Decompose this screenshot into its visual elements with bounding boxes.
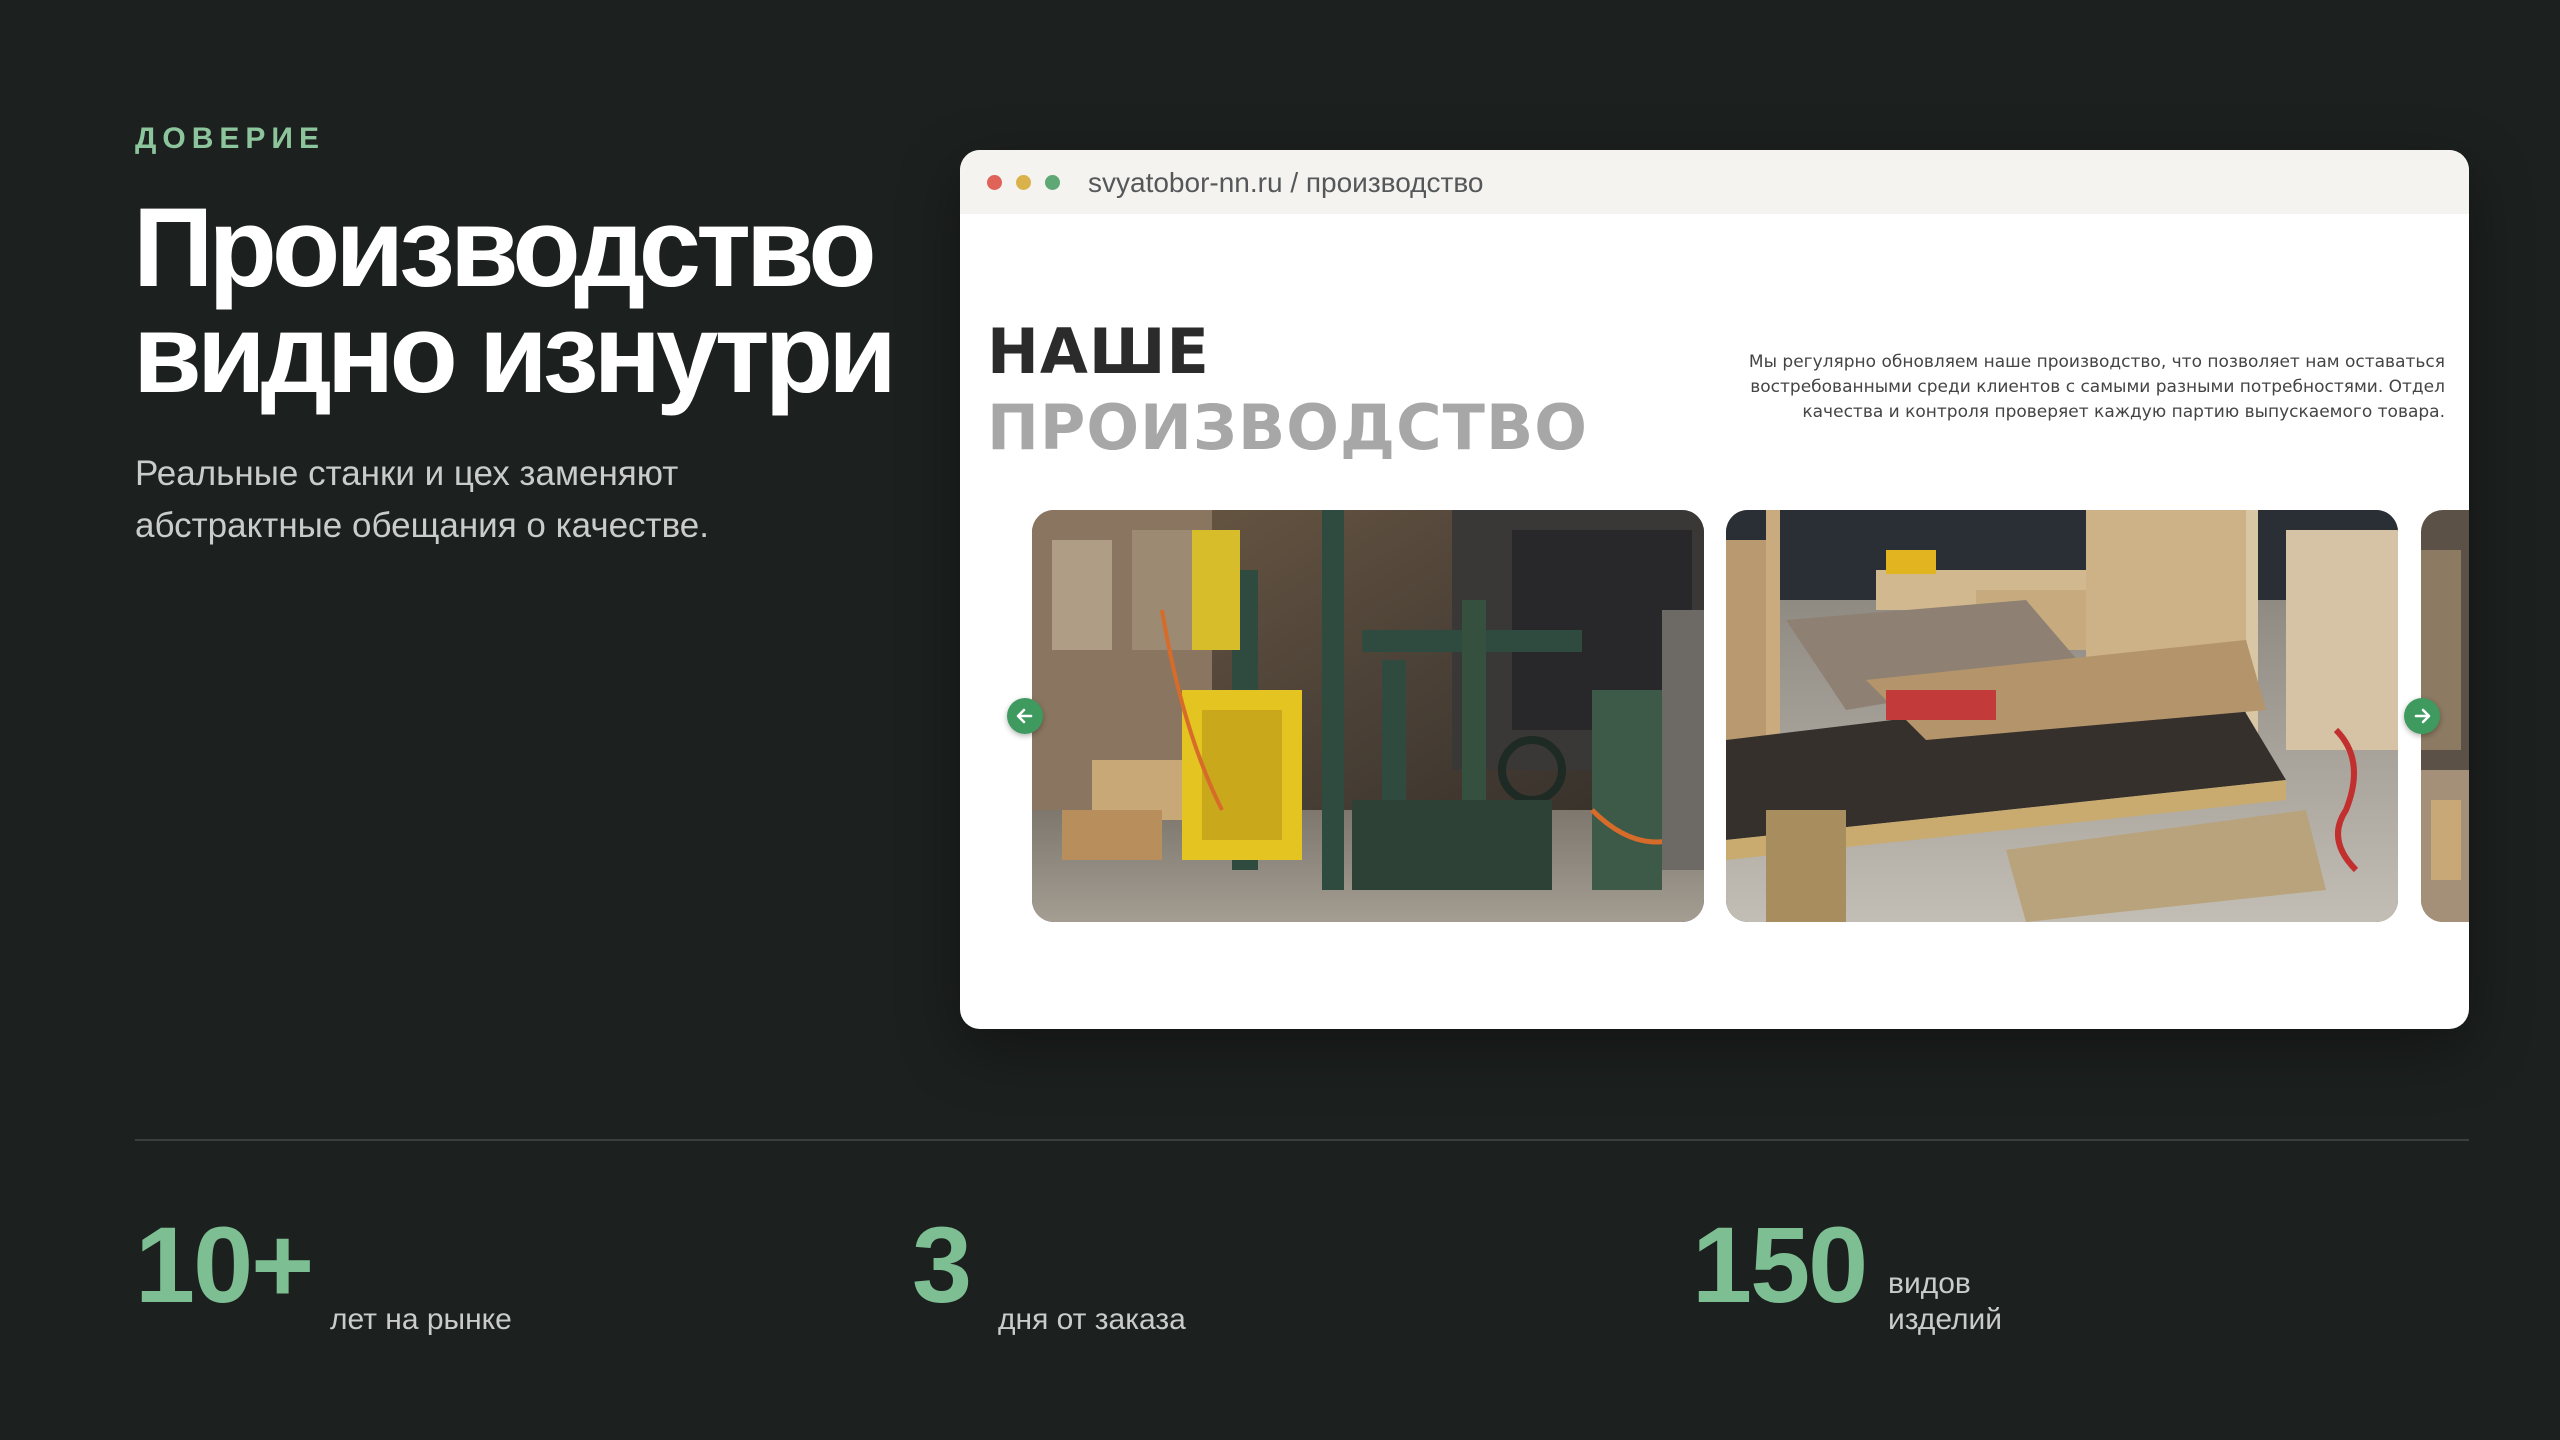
carousel-prev-button[interactable]	[1007, 698, 1043, 734]
page-title-line-2: видно изнутри	[133, 291, 897, 416]
stat-products-label-line-2: изделий	[1888, 1303, 2003, 1336]
stat-products-label-line-1: видов	[1888, 1267, 1971, 1300]
site-description-line-1: Мы регулярно обновляем наше производство…	[1748, 352, 2445, 372]
section-eyebrow: ДОВЕРИЕ	[135, 122, 325, 155]
site-title-line-1: НАШЕ	[987, 315, 1210, 388]
browser-mockup: svyatobor-nn.ru / производство НАШЕ ПРОИ…	[960, 150, 2469, 1029]
carousel-photo-machinery[interactable]	[1032, 510, 1704, 922]
stat-products-value: 150	[1692, 1204, 1868, 1325]
stat-days-label: дня от заказа	[998, 1302, 1186, 1338]
stat-days-value: 3	[912, 1204, 972, 1325]
window-maximize-dot	[1045, 175, 1060, 190]
stat-years-value: 10+	[135, 1204, 314, 1325]
stat-years-label: лет на рынке	[330, 1302, 512, 1338]
site-description: Мы регулярно обновляем наше производство…	[1705, 350, 2445, 425]
arrow-left-icon	[1016, 708, 1033, 724]
arrow-right-icon	[2414, 708, 2431, 724]
stat-years-label-line-1: лет на рынке	[330, 1303, 512, 1336]
stat-products-label: видов изделий	[1888, 1266, 2002, 1338]
stat-days-label-line-1: дня от заказа	[998, 1303, 1186, 1336]
carousel-next-button[interactable]	[2404, 698, 2440, 734]
site-section-title: НАШЕ ПРОИЗВОДСТВО	[987, 314, 1588, 466]
browser-address-bar: svyatobor-nn.ru / производство	[960, 150, 2469, 214]
page-subtitle: Реальные станки и цех заменяют абстрактн…	[135, 448, 835, 552]
window-close-dot	[987, 175, 1002, 190]
site-description-line-2: востребованными среди клиентов с самыми …	[1750, 377, 2445, 397]
page-title-line-1: Производство	[133, 185, 877, 310]
page-title: Производство видно изнутри	[133, 185, 953, 416]
page-subtitle-line-2: абстрактные обещания о качестве.	[135, 506, 709, 545]
carousel-photo-table-saw[interactable]	[1726, 510, 2398, 922]
browser-url: svyatobor-nn.ru / производство	[1088, 167, 1484, 198]
stats-divider	[135, 1139, 2469, 1141]
site-description-line-3: качества и контроля проверяет каждую пар…	[1802, 402, 2445, 422]
window-minimize-dot	[1016, 175, 1031, 190]
site-title-line-2: ПРОИЗВОДСТВО	[987, 391, 1588, 464]
page-subtitle-line-1: Реальные станки и цех заменяют	[135, 454, 679, 493]
